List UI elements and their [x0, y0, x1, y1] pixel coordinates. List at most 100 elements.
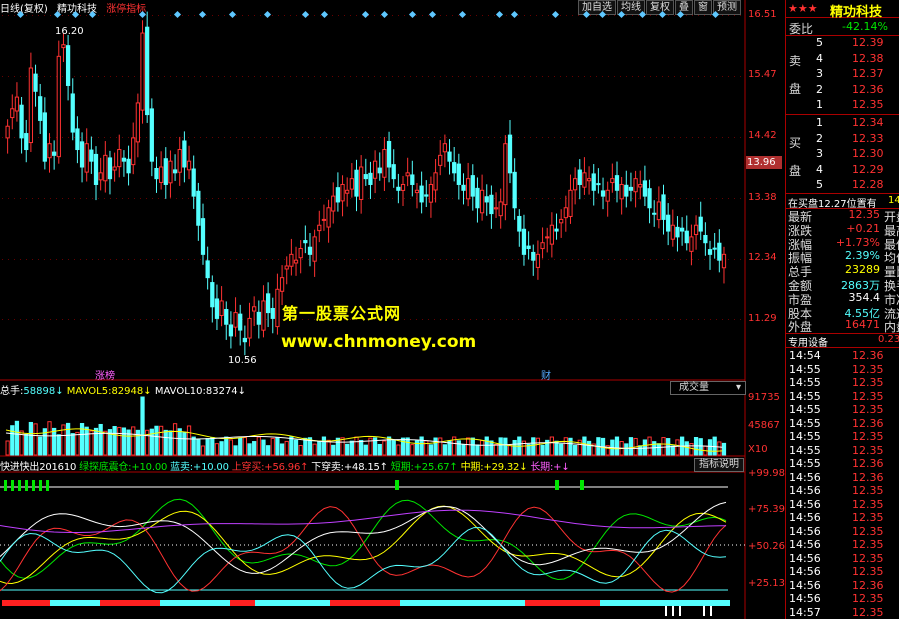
candle-body [205, 260, 210, 279]
grid-dot [734, 76, 735, 77]
grid-dot [446, 76, 447, 77]
bid-row[interactable]: 4 12.29 [786, 163, 899, 178]
grid-dot [164, 15, 165, 16]
grid-dot [518, 137, 519, 138]
grid-dot [632, 15, 633, 16]
grid-dot [410, 319, 411, 320]
ask-price: 12.38 [852, 51, 884, 65]
grid-dot [356, 76, 357, 77]
grid-dot [68, 259, 69, 260]
grid-dot [242, 198, 243, 199]
grid-dot [320, 15, 321, 16]
grid-dot [626, 137, 627, 138]
grid-dot [2, 137, 3, 138]
grid-dot [530, 15, 531, 16]
grid-dot [86, 76, 87, 77]
volume-header: 总手:58898↓ MAVOL5:82948↓ MAVOL10:83274↓ [0, 386, 247, 397]
ask-row[interactable]: 5 12.39 [786, 36, 899, 51]
tick-time: 14:54 [789, 349, 821, 362]
grid-dot [374, 137, 375, 138]
volume-bar [149, 428, 154, 456]
grid-dot [476, 15, 477, 16]
ask-row[interactable]: 2 12.36 [786, 83, 899, 98]
bid-row[interactable]: 1 12.34 [786, 116, 899, 131]
ask-row[interactable]: 1 12.35 [786, 98, 899, 113]
grid-dot [128, 198, 129, 199]
candle-body [61, 44, 66, 49]
grid-dot [548, 198, 549, 199]
green-signal-mark [39, 480, 42, 491]
grid-dot [356, 15, 357, 16]
ask-row[interactable]: 3 12.37 [786, 67, 899, 82]
grid-dot [80, 259, 81, 260]
volume-bar [354, 436, 359, 456]
grid-dot [392, 259, 393, 260]
candle-body [307, 246, 313, 255]
grid-dot [584, 137, 585, 138]
grid-dot [632, 76, 633, 77]
chart-area[interactable]: 日线(复权) 精功科技 涨停指标 加自选 均线 复权 叠 窗 预测 16.51 … [0, 0, 785, 619]
grid-dot [416, 319, 417, 320]
grid-dot [236, 76, 237, 77]
indicator-axis-label: +25.13 [748, 578, 786, 589]
grid-dot [26, 76, 27, 77]
sell-cross-line [0, 501, 727, 574]
grid-dot [2, 259, 3, 260]
grid-dot [440, 259, 441, 260]
candle-body [154, 167, 159, 180]
grid-dot [602, 319, 603, 320]
volume-select-label: 成交量 [679, 382, 709, 393]
ask-row[interactable]: 4 12.38 [786, 52, 899, 67]
indicator-help-button[interactable]: 指标说明 [694, 458, 744, 472]
grid-dot [266, 259, 267, 260]
volume-bar [707, 439, 713, 456]
grid-dot [734, 15, 735, 16]
grid-dot [296, 137, 297, 138]
grid-dot [92, 198, 93, 199]
volume-bar [326, 439, 331, 456]
bid-row[interactable]: 5 12.28 [786, 178, 899, 193]
grid-dot [116, 76, 117, 77]
tick-price: 12.35 [852, 497, 884, 511]
tick-row: 14:55 12.35 [786, 444, 899, 458]
tick-price: 12.36 [852, 457, 884, 470]
volume-bar [228, 439, 234, 456]
bid-level: 5 [816, 178, 823, 192]
grid-dot [110, 15, 111, 16]
grid-dot [152, 198, 153, 199]
volume-indicator-select[interactable]: 成交量 ▾ [670, 381, 746, 395]
grid-dot [470, 15, 471, 16]
candle-body [238, 313, 243, 331]
grid-dot [74, 76, 75, 77]
grid-dot [542, 259, 543, 260]
bid-row[interactable]: 3 12.30 [786, 147, 899, 162]
candle-body [354, 169, 359, 197]
grid-dot [110, 198, 111, 199]
bid-row[interactable]: 2 12.33 [786, 132, 899, 147]
grid-dot [146, 137, 147, 138]
grid-dot [518, 259, 519, 260]
grid-dot [206, 198, 207, 199]
grid-dot [206, 15, 207, 16]
volume-bar [242, 437, 247, 456]
grid-dot [422, 76, 423, 77]
candle-body [33, 73, 38, 92]
grid-dot [86, 259, 87, 260]
volume-bar [293, 439, 299, 456]
volume-bar [424, 440, 429, 456]
event-label-limitup[interactable]: 涨榜 [95, 367, 115, 382]
candle-body [642, 180, 648, 197]
grid-dot [38, 259, 39, 260]
grid-dot [488, 259, 489, 260]
mavol5-label: MAVOL5: [66, 386, 112, 397]
candle-body [359, 166, 364, 200]
candle-body [424, 194, 429, 197]
tick-time: 14:56 [789, 565, 821, 578]
grid-dot [326, 137, 327, 138]
signal-diamond [617, 10, 626, 19]
event-label-finance[interactable]: 财 [541, 367, 551, 382]
grid-dot [182, 319, 183, 320]
grid-dot [104, 15, 105, 16]
ask-price: 12.36 [852, 82, 884, 96]
volume-bar [349, 440, 354, 456]
